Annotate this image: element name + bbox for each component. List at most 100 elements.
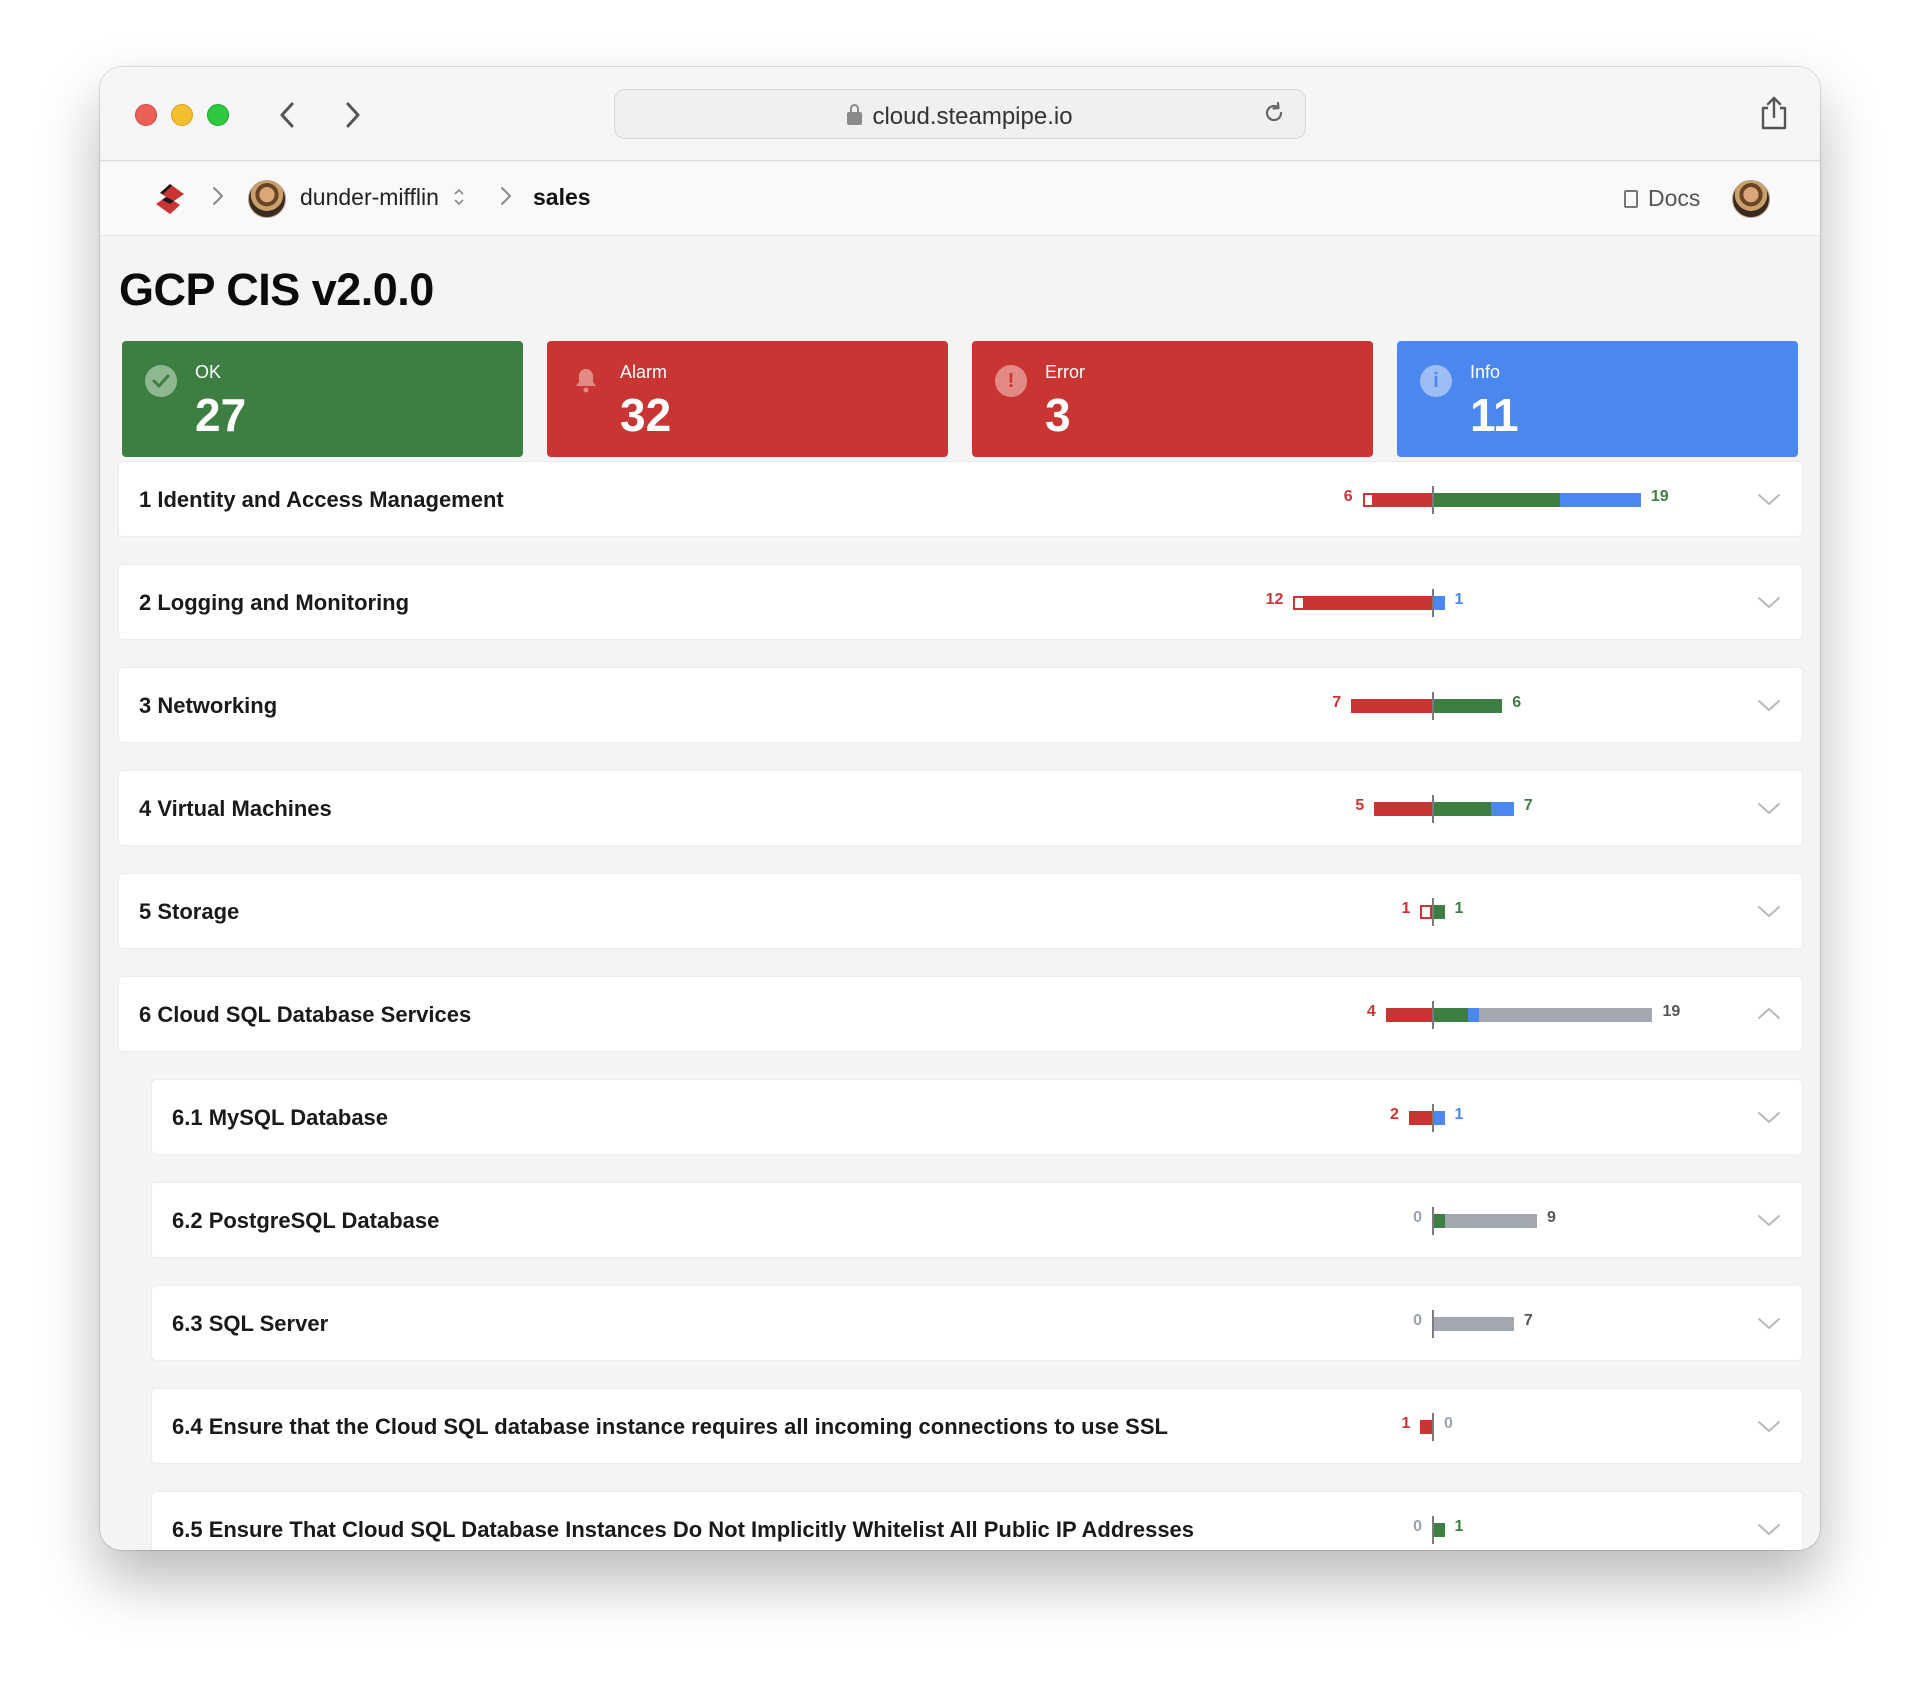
- section-title: 4 Virtual Machines: [139, 796, 332, 821]
- summary-card-label: Info: [1470, 362, 1501, 382]
- bar-axis: [1432, 1001, 1434, 1029]
- summary-card-ok[interactable]: OK 27: [122, 341, 523, 457]
- workspace-breadcrumb[interactable]: sales: [533, 184, 591, 211]
- reload-button[interactable]: [1261, 100, 1287, 133]
- summary-card-error[interactable]: ! Error 3: [972, 341, 1373, 457]
- benchmark-section[interactable]: 3 Networking 7 6: [119, 668, 1802, 742]
- chevron-down-icon[interactable]: [1756, 589, 1782, 615]
- ok-bar-segment: [1433, 1523, 1445, 1537]
- benchmark-section[interactable]: 5 Storage 1 1: [119, 874, 1802, 948]
- bar-axis: [1432, 1104, 1434, 1132]
- info-bar-segment: [1433, 1111, 1445, 1125]
- docs-link[interactable]: Docs: [1624, 185, 1700, 212]
- skip-bar-segment: [1479, 1008, 1653, 1022]
- browser-window: cloud.steampipe.io dunder-mifflin sales …: [100, 67, 1820, 1550]
- section-title: 2 Logging and Monitoring: [139, 590, 410, 615]
- close-window-button[interactable]: [135, 104, 157, 126]
- benchmark-section[interactable]: 6.2 PostgreSQL Database 0 9: [152, 1183, 1802, 1257]
- chevron-up-icon[interactable]: [1756, 1001, 1782, 1027]
- share-button[interactable]: [1758, 95, 1790, 131]
- chevron-right-icon: [213, 187, 223, 205]
- bar-axis: [1432, 692, 1434, 720]
- benchmark-section[interactable]: 6.4 Ensure that the Cloud SQL database i…: [152, 1389, 1802, 1463]
- alarm-bar-segment: [1420, 1420, 1432, 1434]
- chevron-down-icon[interactable]: [1756, 1104, 1782, 1130]
- summary-card-alarm[interactable]: Alarm 32: [547, 341, 948, 457]
- chevron-left-icon: [280, 102, 294, 128]
- passed-count-label: 19: [1662, 1003, 1681, 1020]
- chevron-down-icon[interactable]: [1756, 486, 1782, 512]
- chevron-down-icon[interactable]: [1756, 692, 1782, 718]
- alarm-bar-segment: [1374, 493, 1432, 507]
- org-avatar: [248, 180, 286, 218]
- section-title: 3 Networking: [139, 693, 278, 718]
- info-bar-segment: [1433, 596, 1445, 610]
- failed-count-label: 2: [1390, 1106, 1399, 1123]
- bar-axis: [1432, 1207, 1434, 1235]
- address-bar-text: cloud.steampipe.io: [615, 103, 1305, 131]
- failed-count-label: 7: [1332, 694, 1342, 711]
- section-title: 6.2 PostgreSQL Database: [172, 1208, 440, 1233]
- alarm-bar-segment: [1374, 802, 1432, 816]
- alarm-bar-segment: [1385, 1008, 1432, 1022]
- benchmark-section[interactable]: 4 Virtual Machines 5 7: [119, 771, 1802, 845]
- dashboard-content: GCP CIS v2.0.0 OK 27 Alarm 32 ! Error 3 …: [100, 237, 1820, 1550]
- passed-count-label: 6: [1512, 694, 1522, 711]
- chevron-down-icon[interactable]: [1756, 1310, 1782, 1336]
- section-title: 6.1 MySQL Database: [172, 1105, 389, 1130]
- chevron-down-icon[interactable]: [1756, 1207, 1782, 1233]
- benchmark-section[interactable]: 2 Logging and Monitoring 12 1: [119, 565, 1802, 639]
- summary-card-info[interactable]: i Info 11: [1397, 341, 1798, 457]
- breadcrumb-separator: [496, 180, 516, 220]
- bar-axis: [1432, 486, 1434, 514]
- summary-card-label: OK: [195, 362, 222, 382]
- info-bar-segment: [1490, 802, 1514, 816]
- chevron-down-icon[interactable]: [1756, 795, 1782, 821]
- bar-axis: [1432, 898, 1434, 926]
- failed-count-label: 0: [1413, 1312, 1422, 1329]
- info-bar-segment: [1467, 1008, 1480, 1022]
- summary-card-label: Alarm: [620, 362, 668, 382]
- passed-count-label: 1: [1454, 900, 1464, 917]
- info-bar-segment: [1560, 493, 1641, 507]
- failed-count-label: 1: [1401, 1415, 1411, 1432]
- chevron-down-icon[interactable]: [1756, 1516, 1782, 1542]
- passed-count-label: 7: [1523, 1312, 1533, 1329]
- steampipe-logo[interactable]: [152, 182, 188, 218]
- ok-bar-segment: [1433, 493, 1561, 507]
- benchmark-section[interactable]: 6.5 Ensure That Cloud SQL Database Insta…: [152, 1492, 1802, 1550]
- browser-titlebar: cloud.steampipe.io: [100, 67, 1820, 161]
- exclamation-circle-icon: !: [995, 365, 1027, 397]
- org-switcher-icon[interactable]: [452, 186, 466, 210]
- failed-count-label: 1: [1401, 900, 1411, 917]
- minimize-window-button[interactable]: [171, 104, 193, 126]
- back-button[interactable]: [270, 97, 306, 133]
- passed-count-label: 0: [1444, 1415, 1453, 1432]
- forward-button[interactable]: [334, 97, 370, 133]
- summary-card-label: Error: [1045, 362, 1085, 382]
- share-icon: [1761, 96, 1787, 130]
- benchmark-section[interactable]: 1 Identity and Access Management 6 19: [119, 462, 1802, 536]
- passed-count-label: 19: [1650, 488, 1669, 505]
- zoom-window-button[interactable]: [207, 104, 229, 126]
- org-switcher[interactable]: dunder-mifflin: [300, 184, 439, 211]
- alarm-bar-segment: [1408, 1111, 1432, 1125]
- chevron-down-icon[interactable]: [1756, 1413, 1782, 1439]
- ok-bar-segment: [1433, 905, 1445, 919]
- benchmark-section[interactable]: 6.3 SQL Server 0 7: [152, 1286, 1802, 1360]
- summary-card-value: 27: [195, 389, 247, 441]
- section-title: 5 Storage: [139, 899, 240, 924]
- check-circle-icon: [145, 365, 177, 397]
- benchmark-section[interactable]: 6.1 MySQL Database 2 1: [152, 1080, 1802, 1154]
- bar-axis: [1432, 1310, 1434, 1338]
- chevron-right-icon: [346, 102, 360, 128]
- benchmark-section[interactable]: 6 Cloud SQL Database Services 4 19: [119, 977, 1802, 1051]
- address-bar[interactable]: cloud.steampipe.io: [614, 89, 1306, 139]
- user-avatar[interactable]: [1732, 180, 1770, 218]
- reload-icon: [1265, 101, 1283, 122]
- passed-count-label: 7: [1523, 797, 1533, 814]
- chevron-down-icon[interactable]: [1756, 898, 1782, 924]
- alarm-bar-segment: [1351, 699, 1432, 713]
- summary-card-value: 32: [620, 389, 672, 441]
- passed-count-label: 1: [1454, 1106, 1464, 1123]
